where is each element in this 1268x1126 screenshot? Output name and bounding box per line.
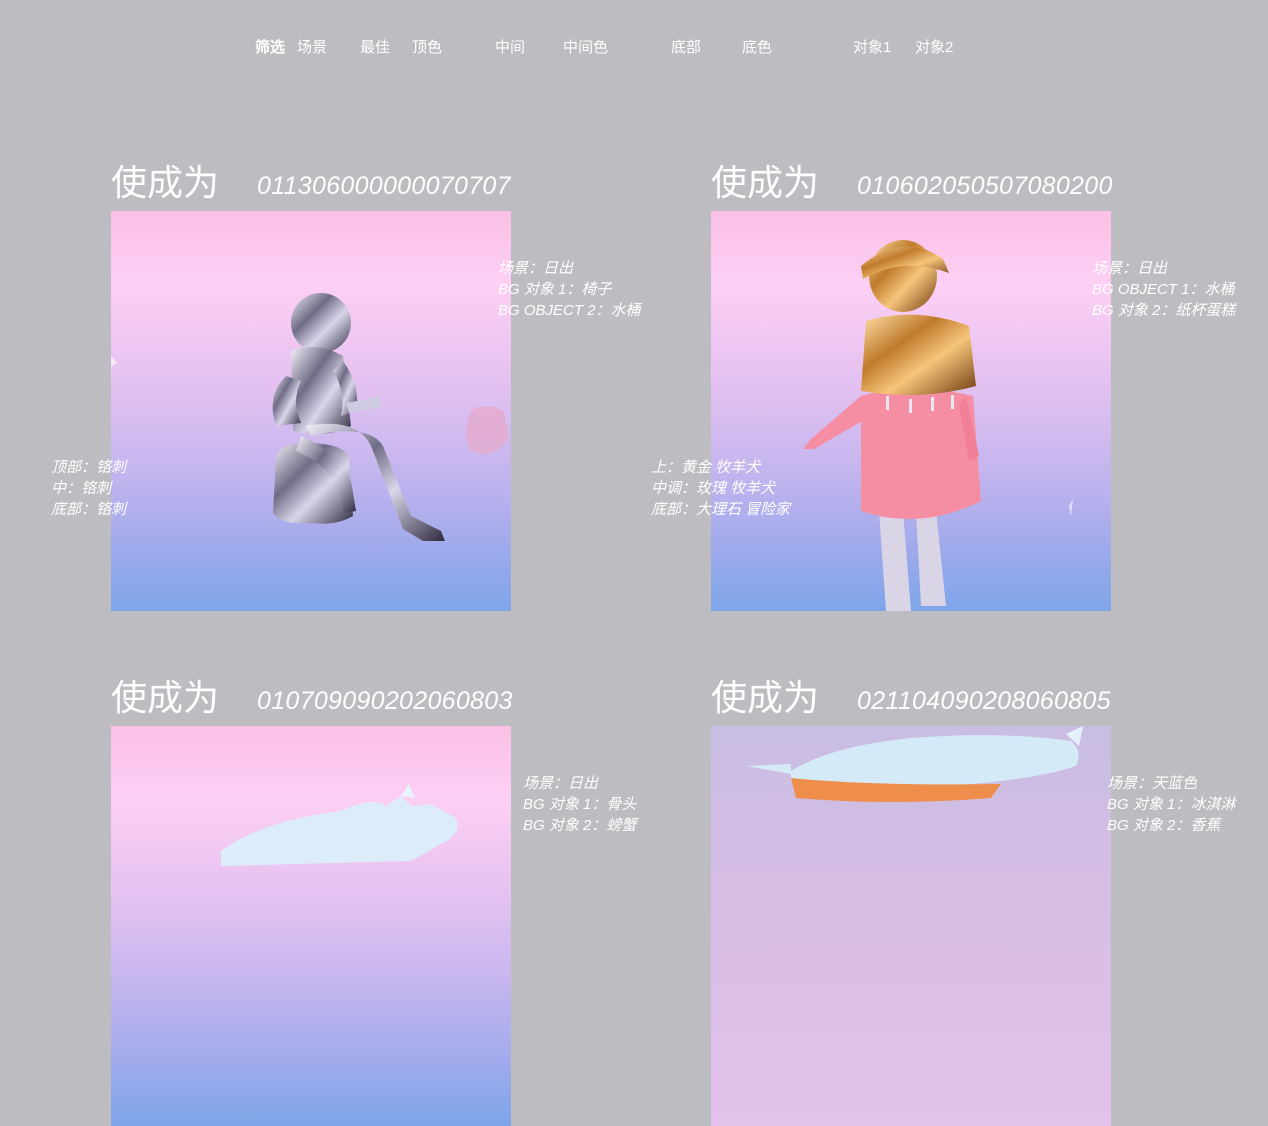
meta-line: 中：铬刺 — [51, 480, 112, 497]
meta-line: 场景：日出 — [1092, 260, 1168, 277]
card-artwork[interactable] — [111, 211, 511, 611]
filter-best[interactable]: 最佳 — [360, 36, 390, 57]
filter-bar: 筛选 场景 最佳 顶色 中间 中间色 底部 底色 对象1 对象2 — [0, 36, 1268, 58]
meta-line: BG 对象 1：冰淇淋 — [1107, 796, 1236, 813]
card-bg-info: 场景：日出 BG 对象 1：骨头 BG 对象 2：螃蟹 — [523, 773, 636, 836]
card-title: 使成为 — [711, 677, 820, 718]
card-artwork[interactable] — [111, 726, 511, 1126]
meta-line: 上：黄金 牧羊犬 — [651, 459, 761, 476]
meta-line: 底部：铬刺 — [51, 501, 127, 518]
meta-line: BG OBJECT 2：水桶 — [498, 302, 641, 319]
meta-line: 场景：日出 — [498, 260, 574, 277]
filter-bottom-color[interactable]: 底色 — [742, 36, 772, 57]
meta-line: 场景：日出 — [523, 775, 599, 792]
card-title: 使成为 — [111, 677, 220, 718]
card-code: 021104090208060805 — [857, 687, 1111, 715]
card-layer-info: 顶部：铬刺 中：铬刺 底部：铬刺 — [51, 457, 126, 520]
card-artwork[interactable] — [711, 211, 1111, 611]
gold-rose-figure-image — [803, 240, 1073, 611]
rhino-figure-image — [221, 784, 458, 866]
filter-scene[interactable]: 场景 — [297, 36, 327, 57]
card-code: 010709090202060803 — [257, 687, 513, 715]
filter-middle-color[interactable]: 中间色 — [563, 36, 608, 57]
card-code: 011306000000070707 — [257, 172, 511, 200]
card-code: 010602050507080200 — [857, 172, 1113, 200]
meta-line: BG 对象 1：骨头 — [523, 796, 637, 813]
filter-object-2[interactable]: 对象2 — [915, 36, 953, 57]
meta-line: 场景：天蓝色 — [1107, 775, 1198, 792]
meta-line: 顶部：铬刺 — [51, 459, 127, 476]
card-layer-info: 上：黄金 牧羊犬 中调：玫瑰 牧羊犬 底部：大理石 冒险家 — [651, 457, 790, 520]
filter-top-color[interactable]: 顶色 — [412, 36, 442, 57]
meta-line: BG OBJECT 1：水桶 — [1092, 281, 1235, 298]
card-artwork[interactable] — [711, 726, 1111, 1126]
meta-line: 底部：大理石 冒险家 — [651, 501, 791, 518]
card-bg-info: 场景：天蓝色 BG 对象 1：冰淇淋 BG 对象 2：香蕉 — [1107, 773, 1235, 836]
meta-line: BG 对象 2：纸杯蛋糕 — [1092, 302, 1236, 319]
filter-label: 筛选 — [255, 39, 286, 56]
rhino-figure-image — [746, 726, 1083, 802]
filter-bottom[interactable]: 底部 — [671, 36, 701, 57]
chrome-figure-image — [111, 293, 509, 541]
filter-object-1[interactable]: 对象1 — [853, 36, 891, 57]
card-title: 使成为 — [711, 162, 820, 203]
meta-line: 中调：玫瑰 牧羊犬 — [651, 480, 776, 497]
meta-line: BG 对象 1：椅子 — [498, 281, 612, 298]
card-bg-info: 场景：日出 BG OBJECT 1：水桶 BG 对象 2：纸杯蛋糕 — [1092, 258, 1235, 321]
filter-middle[interactable]: 中间 — [495, 36, 525, 57]
card-title: 使成为 — [111, 162, 220, 203]
meta-line: BG 对象 2：螃蟹 — [523, 817, 637, 834]
meta-line: BG 对象 2：香蕉 — [1107, 817, 1221, 834]
card-bg-info: 场景：日出 BG 对象 1：椅子 BG OBJECT 2：水桶 — [498, 258, 641, 321]
